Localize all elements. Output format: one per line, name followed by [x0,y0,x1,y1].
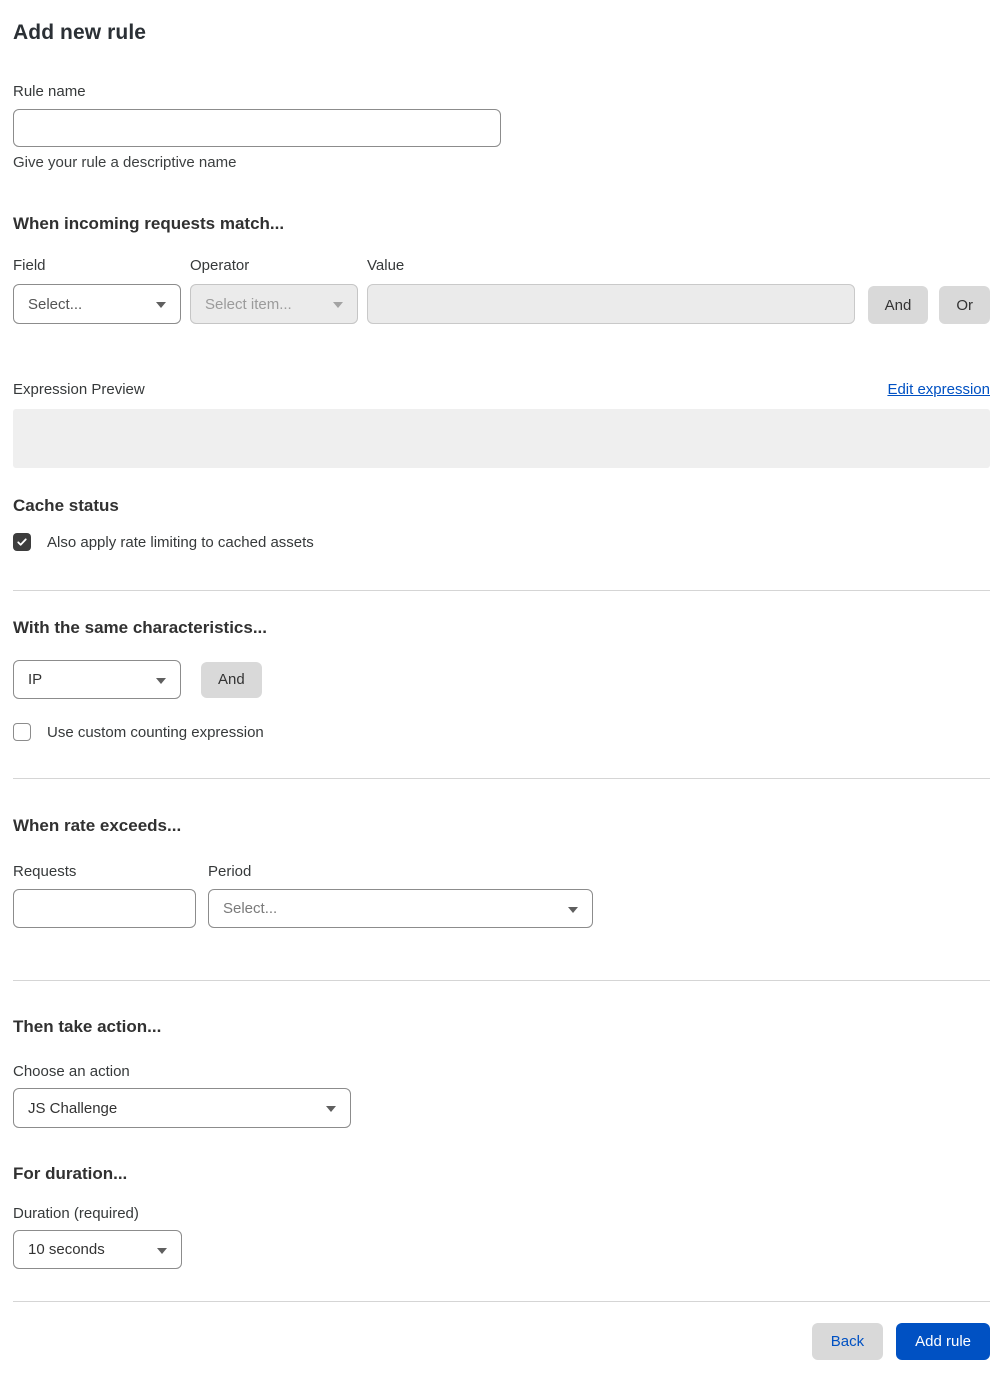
period-select[interactable]: Select... [208,889,593,928]
duration-select-value: 10 seconds [28,1241,105,1258]
characteristic-select[interactable]: IP [13,660,181,699]
field-select-value: Select... [28,295,83,313]
requests-input[interactable] [13,889,196,928]
requests-label: Requests [13,863,77,880]
characteristics-section: With the same characteristics... IP And … [13,618,990,741]
or-button[interactable]: Or [939,286,990,324]
period-label: Period [208,863,252,880]
divider [13,778,990,779]
expression-preview-label: Expression Preview [13,381,145,398]
chevron-down-icon [157,1247,167,1254]
rate-heading: When rate exceeds... [13,816,182,835]
action-select-value: JS Challenge [28,1099,118,1117]
duration-section: For duration... Duration (required) 10 s… [13,1164,990,1269]
operator-column: Operator Select item... [190,257,358,324]
chevron-down-icon [156,302,166,308]
field-label: Field [13,257,46,274]
add-rule-form: Add new rule Rule name Give your rule a … [0,0,1002,1400]
cache-status-section: Cache status Also apply rate limiting to… [13,496,990,551]
unchecked-checkbox-icon[interactable] [13,723,31,741]
action-section: Then take action... Choose an action JS … [13,1017,990,1128]
custom-counting-checkbox-label: Use custom counting expression [47,723,264,741]
checked-checkbox-icon[interactable] [13,533,31,551]
match-heading: When incoming requests match... [13,214,285,233]
divider [13,1301,990,1302]
custom-counting-checkbox-row[interactable]: Use custom counting expression [13,723,990,741]
rate-row: Requests Period Select... [13,863,990,928]
add-rule-button[interactable]: Add rule [896,1323,990,1360]
chevron-down-icon [333,302,343,308]
action-select[interactable]: JS Challenge [13,1088,351,1128]
cached-assets-checkbox-label: Also apply rate limiting to cached asset… [47,533,314,551]
divider [13,590,990,591]
duration-select[interactable]: 10 seconds [13,1230,182,1269]
action-heading: Then take action... [13,1017,162,1036]
field-column: Field Select... [13,257,181,324]
match-section: When incoming requests match... Field Se… [13,214,990,324]
rule-name-label: Rule name [13,83,86,100]
chevron-down-icon [156,677,166,684]
field-select[interactable]: Select... [13,284,181,324]
value-column: Value [367,257,855,324]
check-icon [17,538,27,546]
value-input [367,284,855,324]
divider [13,980,990,981]
operator-label: Operator [190,257,250,274]
chevron-down-icon [568,906,578,913]
operator-select-value: Select item... [205,295,292,313]
rule-name-helper: Give your rule a descriptive name [13,154,237,171]
cached-assets-checkbox-row[interactable]: Also apply rate limiting to cached asset… [13,533,990,551]
expression-preview-box [13,409,990,468]
requests-column: Requests [13,863,196,928]
characteristics-and-button[interactable]: And [201,661,262,698]
characteristics-row: IP And [13,660,990,699]
characteristics-heading: With the same characteristics... [13,618,268,637]
match-row: Field Select... Operator Select item... … [13,257,990,324]
and-button[interactable]: And [867,286,929,324]
back-button[interactable]: Back [811,1323,884,1360]
cache-status-heading: Cache status [13,496,119,515]
action-label: Choose an action [13,1063,130,1080]
duration-heading: For duration... [13,1164,128,1183]
footer-actions: Back Add rule [13,1323,990,1360]
edit-expression-link[interactable]: Edit expression [887,381,990,398]
characteristic-select-value: IP [28,671,43,688]
rule-name-input[interactable] [13,109,501,147]
rate-section: When rate exceeds... Requests Period Sel… [13,816,990,928]
chevron-down-icon [326,1106,336,1112]
rule-name-block: Rule name Give your rule a descriptive n… [13,83,990,171]
operator-select: Select item... [190,284,358,324]
page-title: Add new rule [13,21,147,44]
period-select-value: Select... [223,900,278,917]
period-column: Period Select... [208,863,593,928]
duration-label: Duration (required) [13,1205,139,1222]
expression-header: Expression Preview Edit expression [13,381,990,398]
value-label: Value [367,257,405,274]
